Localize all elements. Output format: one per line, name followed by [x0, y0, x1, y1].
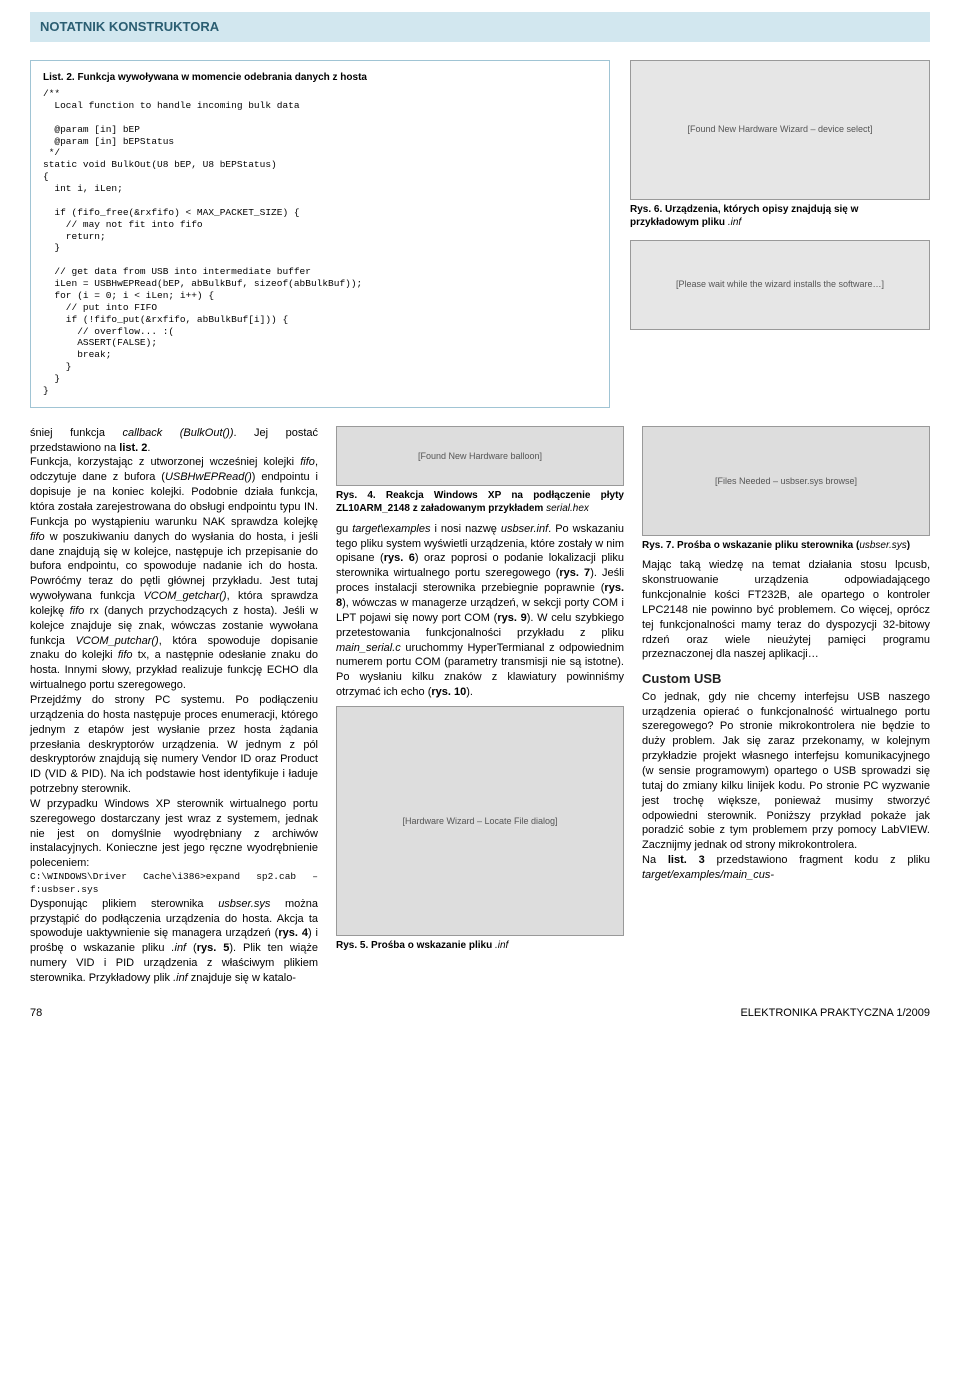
- figure-6-caption-bold: Rys. 6. Urządzenia, których opisy znajdu…: [630, 204, 858, 229]
- para-6: gu target\examples i nosi nazwę usbser.i…: [336, 522, 624, 700]
- para-8: Co jednak, gdy nie chcemy interfejsu USB…: [642, 690, 930, 853]
- t: target\examples: [352, 523, 430, 535]
- t: ).: [466, 686, 473, 698]
- t: przedstawiono fragment kodu z pliku: [705, 854, 930, 866]
- t: list. 2: [119, 442, 147, 454]
- t: usbser.sys: [859, 540, 906, 551]
- para-5: Dysponując plikiem sterownika usbser.sys…: [30, 897, 318, 986]
- t: list. 3: [668, 854, 705, 866]
- top-right-figures: [Found New Hardware Wizard – device sele…: [630, 60, 930, 408]
- t: .inf: [171, 942, 186, 954]
- para-7: Mając taką wiedzę na temat działania sto…: [642, 558, 930, 662]
- t: Dysponując plikiem sterownika: [30, 898, 218, 910]
- figure-4-image: [Found New Hardware balloon]: [336, 426, 624, 486]
- t: (: [186, 942, 197, 954]
- t: rys. 9: [497, 612, 526, 624]
- top-row: List. 2. Funkcja wywoływana w momencie o…: [30, 60, 930, 408]
- t: fifo: [118, 649, 133, 661]
- t: serial.hex: [546, 503, 589, 514]
- para-3: Przejdźmy do strony PC systemu. Po podłą…: [30, 693, 318, 797]
- t: main_serial.c: [336, 642, 401, 654]
- figure-6-caption-ital: .inf: [728, 217, 741, 228]
- t: target/examples/main_cus-: [642, 869, 774, 881]
- listing-2-title: List. 2. Funkcja wywoływana w momencie o…: [43, 71, 597, 85]
- figure-7-caption: Rys. 7. Prośba o wskazanie pliku sterown…: [642, 539, 930, 553]
- t: fifo: [300, 456, 315, 468]
- body-columns: śniej funkcja callback (BulkOut()). Jej …: [30, 426, 930, 986]
- page-number: 78: [30, 1006, 42, 1021]
- t: rys. 5: [197, 942, 230, 954]
- t: fifo: [30, 531, 45, 543]
- t: fifo: [70, 605, 85, 617]
- figure-5: [Hardware Wizard – Locate File dialog] R…: [336, 706, 624, 953]
- figure-7: [Files Needed – usbser.sys browse] Rys. …: [642, 426, 930, 553]
- t: Na: [642, 854, 668, 866]
- para-2: Funkcja, korzystając z utworzonej wcześn…: [30, 455, 318, 693]
- t: śniej funkcja: [30, 427, 122, 439]
- t: gu: [336, 523, 352, 535]
- figure-4: [Found New Hardware balloon] Rys. 4. Rea…: [336, 426, 624, 516]
- t: Rys. 7. Prośba o wskazanie pliku sterown…: [642, 540, 859, 551]
- t: rys. 4: [278, 927, 308, 939]
- t: ): [907, 540, 910, 551]
- t: usbser.sys: [218, 898, 270, 910]
- para-4: W przypadku Windows XP sterownik wirtual…: [30, 797, 318, 871]
- heading-custom-usb: Custom USB: [642, 670, 930, 688]
- t: .: [147, 442, 150, 454]
- figure-5-image: [Hardware Wizard – Locate File dialog]: [336, 706, 624, 936]
- para-1: śniej funkcja callback (BulkOut()). Jej …: [30, 426, 318, 456]
- listing-2: List. 2. Funkcja wywoływana w momencie o…: [30, 60, 610, 408]
- magazine-name: ELEKTRONIKA PRAKTYCZNA 1/2009: [740, 1006, 930, 1021]
- t: i nosi nazwę: [431, 523, 501, 535]
- t: usbser.inf: [501, 523, 548, 535]
- t: rys. 6: [384, 552, 415, 564]
- cmd-line: C:\WINDOWS\Driver Cache\i386>expand sp2.…: [30, 871, 318, 897]
- listing-2-code: /** Local function to handle incoming bu…: [43, 88, 597, 397]
- figure-wait-image: [Please wait while the wizard installs t…: [630, 240, 930, 330]
- para-9: Na list. 3 przedstawiono fragment kodu z…: [642, 853, 930, 883]
- t: .inf: [495, 940, 508, 951]
- t: callback (BulkOut()): [122, 427, 233, 439]
- figure-6-caption: Rys. 6. Urządzenia, których opisy znajdu…: [630, 203, 930, 230]
- figure-5-caption: Rys. 5. Prośba o wskazanie pliku .inf: [336, 939, 624, 953]
- t: Funkcja, korzystając z utworzonej wcześn…: [30, 456, 300, 468]
- t: znajduje się w katalo-: [188, 972, 296, 984]
- page-footer: 78 ELEKTRONIKA PRAKTYCZNA 1/2009: [30, 1006, 930, 1021]
- t: .inf: [173, 972, 188, 984]
- t: rys. 7: [559, 567, 590, 579]
- figure-4-caption: Rys. 4. Reakcja Windows XP na podłączeni…: [336, 489, 624, 516]
- t: rys. 10: [431, 686, 466, 698]
- figure-6-image: [Found New Hardware Wizard – device sele…: [630, 60, 930, 200]
- figure-7-image: [Files Needed – usbser.sys browse]: [642, 426, 930, 536]
- t: USBHwEPRead(): [165, 471, 252, 483]
- section-header: NOTATNIK KONSTRUKTORA: [30, 12, 930, 42]
- t: VCOM_getchar(): [143, 590, 226, 602]
- t: Rys. 5. Prośba o wskazanie pliku: [336, 940, 495, 951]
- t: VCOM_putchar(): [76, 635, 159, 647]
